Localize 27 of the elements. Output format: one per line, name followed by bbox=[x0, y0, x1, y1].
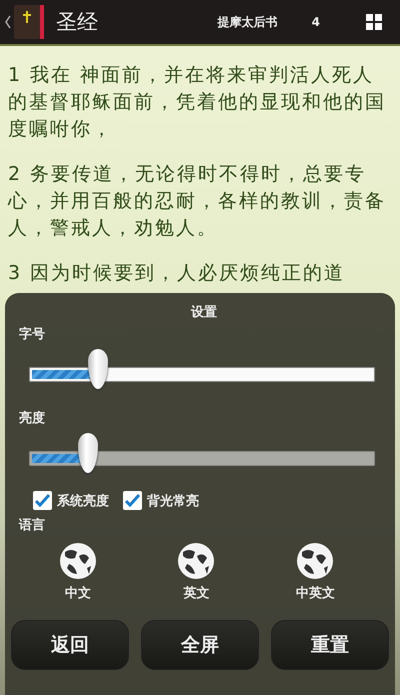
app-title: 圣经 bbox=[56, 9, 98, 36]
verse-text: 2 务要传道，无论得时不得时，总要专心，并用百般的忍耐，各样的教训，责备人，警戒人，劝勉人。 bbox=[8, 162, 387, 241]
book-name[interactable]: 提摩太后书 bbox=[218, 14, 278, 30]
globe-icon bbox=[296, 542, 334, 580]
language-label: 语言 bbox=[19, 516, 46, 534]
action-button[interactable]: 返回 bbox=[11, 620, 129, 670]
grid-icon[interactable] bbox=[366, 14, 382, 30]
slider[interactable] bbox=[29, 349, 375, 389]
globe-icon bbox=[59, 542, 98, 580]
verse-text: 1 我在 神面前，并在将来审判活人死人的基督耶稣面前，凭着他的显现和他的国度嘱咐你， bbox=[8, 63, 387, 142]
slider-label: 字号 bbox=[19, 326, 46, 343]
checkbox[interactable] bbox=[123, 491, 142, 510]
slider-thumb[interactable] bbox=[88, 349, 108, 389]
chapter-number[interactable]: 4 bbox=[312, 15, 320, 29]
globe-icon bbox=[177, 542, 216, 580]
action-button[interactable]: 重置 bbox=[271, 620, 389, 670]
language-option[interactable]: 英文 bbox=[177, 542, 216, 602]
checkbox[interactable] bbox=[33, 491, 52, 510]
slider-label: 亮度 bbox=[19, 410, 46, 427]
language-option[interactable]: 中英文 bbox=[296, 542, 335, 602]
language-option[interactable]: 中文 bbox=[59, 542, 98, 602]
slider[interactable] bbox=[29, 433, 375, 473]
verse-text: 3 因为时候要到，人必厌烦纯正的道 bbox=[8, 261, 346, 286]
action-button[interactable]: 全屏 bbox=[141, 620, 259, 670]
settings-title: 设置 bbox=[191, 304, 217, 321]
checkbox-label: 系统亮度 bbox=[57, 492, 109, 510]
checkbox-label: 背光常亮 bbox=[147, 492, 199, 510]
